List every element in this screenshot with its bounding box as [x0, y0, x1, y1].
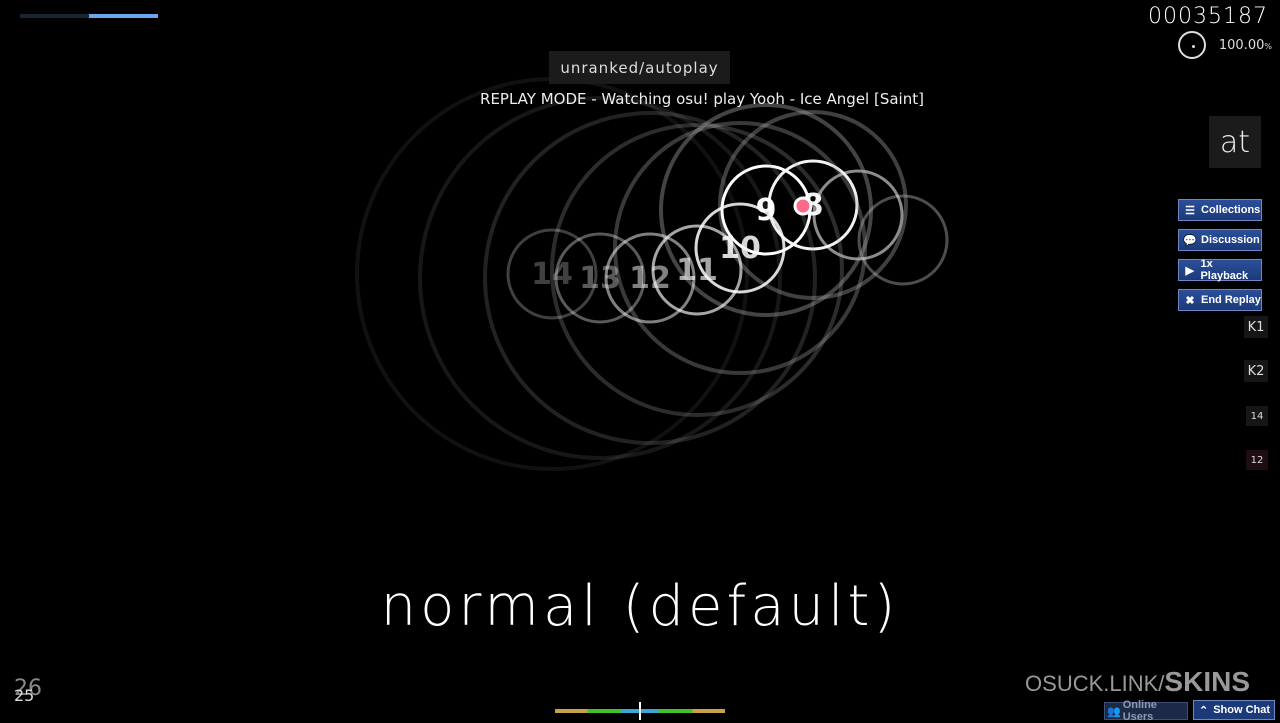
collections-button[interactable]: ☰ Collections	[1178, 199, 1262, 221]
spectator-box: at	[1209, 116, 1261, 168]
watermark: OSUCK.LINK/SKINS	[1025, 666, 1250, 698]
accuracy: 100.00%	[1219, 38, 1272, 53]
skin-name: normal (default)	[380, 574, 900, 639]
progress-pie-icon	[1178, 31, 1206, 59]
button-label: End Replay	[1201, 294, 1261, 306]
hit-error-marker	[639, 702, 641, 720]
end-replay-button[interactable]: ✖ End Replay	[1178, 289, 1262, 311]
key-overlay-k1: K1	[1244, 316, 1268, 338]
users-icon: 👥	[1107, 705, 1121, 718]
online-users-label: Online Users	[1122, 699, 1157, 723]
accuracy-value: 100.00	[1218, 38, 1265, 53]
play-icon: ▶	[1185, 264, 1194, 277]
key-overlay-m2: 12	[1246, 450, 1268, 470]
accuracy-unit: %	[1264, 42, 1272, 51]
chevron-up-icon: ⌃	[1199, 704, 1209, 717]
health-bar-fill	[89, 14, 158, 18]
mods-label: unranked/autoplay	[549, 51, 730, 84]
hit-circle-number: 11	[676, 253, 718, 288]
show-chat-label: Show Chat	[1213, 704, 1271, 716]
key-overlay-k2: K2	[1244, 360, 1268, 382]
watermark-domain: OSUCK.LINK/	[1025, 671, 1165, 696]
watermark-word: SKINS	[1164, 666, 1250, 697]
chat-bubbles-icon: 💬	[1183, 234, 1197, 247]
hit-circle: 13	[418, 96, 782, 460]
show-chat-button[interactable]: ⌃ Show Chat	[1193, 700, 1275, 720]
list-icon: ☰	[1185, 204, 1195, 217]
online-users-button[interactable]: 👥 Online Users	[1104, 699, 1188, 723]
hit-circle-number: 13	[579, 261, 621, 296]
hit-circle-number: 12	[629, 261, 671, 296]
button-label: Collections	[1201, 204, 1261, 216]
discussion-button[interactable]: 💬 Discussion	[1178, 229, 1262, 251]
key-overlay-m1: 14	[1246, 406, 1268, 426]
button-label: Discussion	[1201, 234, 1260, 246]
playback-speed-button[interactable]: ▶ 1x Playback	[1178, 258, 1262, 282]
cursor-icon	[793, 196, 813, 216]
hit-circle-number: 14	[531, 257, 573, 292]
close-icon: ✖	[1185, 294, 1195, 307]
score: 00035187	[1148, 4, 1268, 29]
replay-mode-text: REPLAY MODE - Watching osu! play Yooh - …	[480, 90, 924, 108]
combo-counter: 25	[14, 686, 35, 705]
button-label: 1x Playback	[1200, 258, 1249, 282]
